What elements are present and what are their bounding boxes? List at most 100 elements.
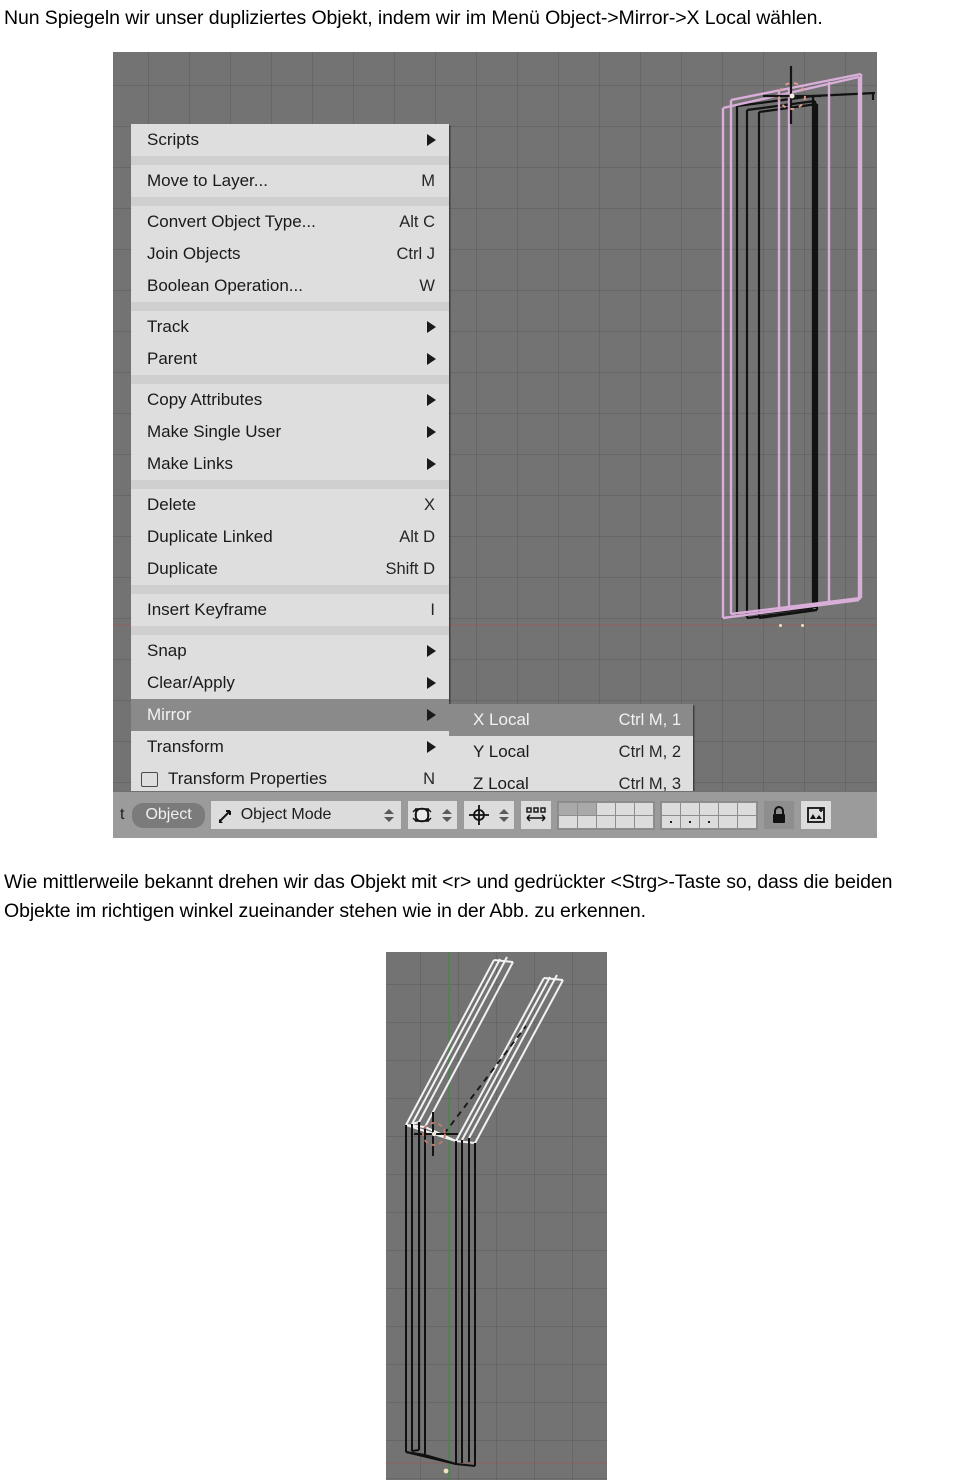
menu-item-make-single-user[interactable]: Make Single User: [131, 416, 449, 448]
pivot-center-icon: [468, 805, 489, 825]
layer-cell[interactable]: [615, 815, 634, 828]
menu-item-transform[interactable]: Transform: [131, 731, 449, 763]
blender-header-toolbar[interactable]: t Object Object Mode: [113, 791, 877, 838]
layer-cell[interactable]: [661, 815, 680, 828]
menu-item-label: Parent: [147, 349, 198, 368]
menu-item-label: Boolean Operation...: [147, 276, 303, 295]
menu-item-shortcut: I: [430, 600, 435, 619]
axis-y-line: [448, 952, 450, 1480]
object-mode-icon: [218, 810, 231, 823]
layer-group-2[interactable]: [659, 800, 758, 830]
draw-type-spinner-icon[interactable]: [439, 808, 455, 822]
layer-cell[interactable]: [634, 802, 653, 815]
menu-item-track[interactable]: Track: [131, 311, 449, 343]
menu-item-move-to-layer[interactable]: Move to Layer... M: [131, 165, 449, 197]
render-window-icon: [806, 807, 825, 823]
menu-separator: [131, 480, 449, 489]
menu-separator: [131, 197, 449, 206]
viewport-horizon-line: [386, 1462, 607, 1464]
submenu-item-label: X Local: [473, 710, 530, 729]
transform-widget-button[interactable]: [519, 800, 552, 830]
viewport-origin-dot: [801, 624, 804, 627]
layer-cell[interactable]: [661, 802, 680, 815]
menu-item-label: Delete: [147, 495, 197, 514]
layer-cell[interactable]: [596, 815, 615, 828]
lock-layers-button[interactable]: [762, 800, 795, 830]
menu-item-make-links[interactable]: Make Links: [131, 448, 449, 480]
menu-item-label: Copy Attributes: [147, 390, 263, 409]
layer-cell[interactable]: [680, 802, 699, 815]
layer-cell[interactable]: [615, 802, 634, 815]
layer-cell[interactable]: [718, 815, 737, 828]
transform-widget-icon: [526, 807, 546, 822]
chevron-right-icon: [427, 709, 436, 721]
draw-type-selector[interactable]: [406, 800, 458, 830]
chevron-right-icon: [427, 458, 436, 470]
menu-item-shortcut: Ctrl J: [396, 244, 436, 263]
mode-spinner-icon[interactable]: [381, 808, 397, 822]
submenu-item-y-local[interactable]: Y Local Ctrl M, 2: [449, 736, 693, 768]
menu-item-convert-object-type[interactable]: Convert Object Type... Alt C: [131, 206, 449, 238]
menu-item-scripts[interactable]: Scripts: [131, 124, 449, 156]
menu-item-insert-keyframe[interactable]: Insert Keyframe I: [131, 594, 449, 626]
layer-cell[interactable]: [558, 815, 577, 828]
menu-separator: [131, 585, 449, 594]
middle-paragraph: Wie mittlerweile bekannt drehen wir das …: [4, 871, 893, 922]
submenu-item-x-local[interactable]: X Local Ctrl M, 1: [449, 704, 693, 736]
menu-item-label: Snap: [147, 641, 187, 660]
menu-item-duplicate-linked[interactable]: Duplicate Linked Alt D: [131, 521, 449, 553]
menu-item-shortcut: X: [423, 495, 435, 514]
menu-item-snap[interactable]: Snap: [131, 635, 449, 667]
layer-cell[interactable]: [577, 815, 596, 828]
menu-tail-text[interactable]: t: [117, 806, 127, 824]
menu-item-label: Track: [147, 317, 189, 336]
draw-type-solid-icon: [412, 807, 432, 823]
mode-label: Object Mode: [240, 806, 332, 823]
object-dropdown-menu[interactable]: Scripts Move to Layer... M Convert Objec…: [131, 124, 449, 795]
menu-item-label: Make Links: [147, 454, 233, 473]
menu-item-label: Join Objects: [147, 244, 241, 263]
layer-cell[interactable]: [680, 815, 699, 828]
object-menu-button[interactable]: Object: [132, 802, 205, 828]
render-window-button[interactable]: [799, 800, 832, 830]
chevron-right-icon: [427, 645, 436, 657]
pivot-spinner-icon[interactable]: [496, 808, 512, 822]
menu-separator: [131, 375, 449, 384]
layer-cell[interactable]: [737, 802, 756, 815]
layer-group-1[interactable]: [556, 800, 655, 830]
menu-item-clear-apply[interactable]: Clear/Apply: [131, 667, 449, 699]
layer-cell[interactable]: [596, 802, 615, 815]
layer-cell[interactable]: [737, 815, 756, 828]
menu-item-shortcut: Alt D: [399, 527, 435, 546]
chevron-right-icon: [427, 394, 436, 406]
menu-item-label: Duplicate Linked: [147, 527, 273, 546]
menu-item-copy-attributes[interactable]: Copy Attributes: [131, 384, 449, 416]
blender-screenshot-bottom: [386, 952, 607, 1480]
menu-item-parent[interactable]: Parent: [131, 343, 449, 375]
menu-item-label: Scripts: [147, 130, 199, 149]
viewport-origin-dot: [779, 624, 782, 627]
layer-cell[interactable]: [577, 802, 596, 815]
layer-cell[interactable]: [634, 815, 653, 828]
menu-item-label: Mirror: [147, 705, 192, 724]
chevron-right-icon: [427, 321, 436, 333]
menu-item-boolean-operation[interactable]: Boolean Operation... W: [131, 270, 449, 302]
layer-cell[interactable]: [558, 802, 577, 815]
menu-item-duplicate[interactable]: Duplicate Shift D: [131, 553, 449, 585]
chevron-right-icon: [427, 741, 436, 753]
menu-separator: [131, 626, 449, 635]
menu-item-label: Convert Object Type...: [147, 212, 316, 231]
pivot-selector[interactable]: [462, 800, 515, 830]
menu-item-delete[interactable]: Delete X: [131, 489, 449, 521]
layer-cell[interactable]: [699, 802, 718, 815]
menu-item-join-objects[interactable]: Join Objects Ctrl J: [131, 238, 449, 270]
checkbox-icon[interactable]: [141, 771, 158, 787]
menu-item-label: Move to Layer...: [147, 171, 268, 190]
layer-cell[interactable]: [718, 802, 737, 815]
layer-cell[interactable]: [699, 815, 718, 828]
mirror-submenu[interactable]: X Local Ctrl M, 1 Y Local Ctrl M, 2 Z Lo…: [449, 704, 693, 800]
mode-selector[interactable]: Object Mode: [209, 800, 402, 830]
menu-item-mirror[interactable]: Mirror: [131, 699, 449, 731]
menu-item-shortcut: Shift D: [385, 559, 435, 578]
submenu-item-label: Y Local: [473, 742, 530, 761]
